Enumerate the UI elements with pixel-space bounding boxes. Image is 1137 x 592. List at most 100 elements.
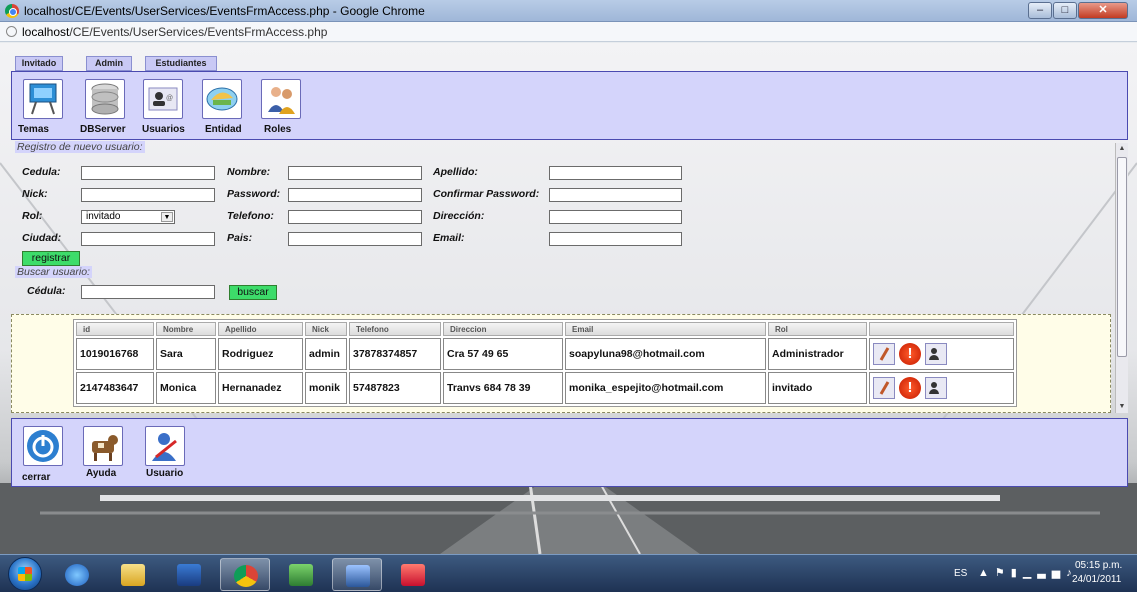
project-icon	[289, 564, 313, 586]
cell-rol: Administrador	[768, 338, 867, 370]
page-icon	[6, 26, 17, 37]
language-indicator[interactable]: ES	[954, 568, 967, 579]
taskbar-ie[interactable]	[52, 558, 102, 591]
registro-legend: Registro de nuevo usuario:	[15, 141, 145, 153]
ayuda-label: Ayuda	[86, 468, 117, 479]
entidad-label: Entidad	[205, 124, 242, 135]
delete-icon[interactable]: !	[899, 343, 921, 365]
scroll-down-icon[interactable]: ▼	[1116, 401, 1128, 413]
tab-admin[interactable]: Admin	[86, 56, 132, 71]
content-scroll-area[interactable]: Registro de nuevo usuario: Cedula: Nombr…	[11, 141, 1128, 413]
taskbar-acrobat[interactable]	[388, 558, 438, 591]
usuario-button[interactable]	[145, 426, 185, 466]
user-card-icon[interactable]	[925, 343, 947, 365]
confirmar-password-label: Confirmar Password:	[433, 188, 540, 200]
address-bar[interactable]: localhost/CE/Events/UserServices/EventsF…	[0, 22, 1137, 42]
close-button[interactable]: ✕	[1078, 2, 1128, 19]
power-icon	[27, 430, 59, 462]
ciudad-input[interactable]	[81, 232, 215, 246]
show-hidden-icon[interactable]: ▲	[978, 567, 995, 579]
cell-nick: admin	[305, 338, 347, 370]
telefono-input[interactable]	[288, 210, 422, 224]
vertical-scrollbar[interactable]: ▲ ▼	[1115, 143, 1128, 413]
edit-icon[interactable]	[873, 377, 895, 399]
users-table: id Nombre Apellido Nick Telefono Direcci…	[73, 319, 1017, 407]
cell-telefono: 57487823	[349, 372, 441, 404]
scrollbar-thumb[interactable]	[1117, 157, 1127, 357]
network-icon[interactable]: ▮	[1011, 567, 1023, 579]
maximize-button[interactable]: □	[1053, 2, 1077, 19]
chevron-down-icon[interactable]: ▼	[161, 212, 173, 222]
title-bar: localhost/CE/Events/UserServices/EventsF…	[0, 0, 1137, 22]
user-card-icon[interactable]	[925, 377, 947, 399]
cerrar-button[interactable]	[23, 426, 63, 466]
ciudad-label: Ciudad:	[22, 232, 62, 244]
scroll-up-icon[interactable]: ▲	[1116, 143, 1128, 155]
delete-icon[interactable]: !	[899, 377, 921, 399]
cedula-input[interactable]	[81, 166, 215, 180]
direccion-input[interactable]	[549, 210, 682, 224]
roles-label: Roles	[264, 124, 292, 135]
temas-label: Temas	[18, 124, 49, 135]
apellido-input[interactable]	[549, 166, 682, 180]
tab-invitado[interactable]: Invitado	[15, 56, 63, 71]
cedula-search-input[interactable]	[81, 285, 215, 299]
rol-select-value: invitado	[86, 211, 121, 222]
internet-explorer-icon	[65, 564, 89, 586]
cell-apellido: Hernanadez	[218, 372, 303, 404]
cell-actions: !	[869, 372, 1014, 404]
taskbar-word[interactable]	[332, 558, 382, 591]
buscar-button[interactable]: buscar	[229, 285, 277, 300]
pais-input[interactable]	[288, 232, 422, 246]
minimize-button[interactable]: –	[1028, 2, 1052, 19]
nombre-input[interactable]	[288, 166, 422, 180]
column-header-telefono: Telefono	[349, 322, 441, 336]
password-input[interactable]	[288, 188, 422, 202]
results-container: id Nombre Apellido Nick Telefono Direcci…	[11, 314, 1111, 413]
taskbar-chrome[interactable]	[220, 558, 270, 591]
url-text[interactable]: localhost/CE/Events/UserServices/EventsF…	[22, 25, 327, 39]
buscar-legend: Buscar usuario:	[15, 266, 92, 278]
taskbar-media[interactable]	[164, 558, 214, 591]
cedula-label: Cedula:	[22, 166, 61, 178]
email-input[interactable]	[549, 232, 682, 246]
clock-date[interactable]: 24/01/2011	[1072, 574, 1121, 585]
svg-text:@: @	[166, 95, 173, 102]
clock-time[interactable]: 05:15 p.m.	[1075, 560, 1122, 571]
roles-button[interactable]	[261, 79, 301, 119]
usuarios-button[interactable]: @	[143, 79, 183, 119]
chrome-icon	[234, 565, 258, 587]
rol-select[interactable]: invitado ▼	[81, 210, 175, 224]
page-viewport: Invitado Admin Estudiantes @ Temas DBSer…	[0, 43, 1137, 554]
signal-icon[interactable]: ▁▃▅	[1023, 567, 1066, 579]
user-settings-icon	[152, 433, 177, 461]
ayuda-button[interactable]	[83, 426, 123, 466]
usuarios-label: Usuarios	[142, 124, 185, 135]
cell-direccion: Tranvs 684 78 39	[443, 372, 563, 404]
start-button[interactable]	[8, 557, 42, 591]
registrar-button[interactable]: registrar	[22, 251, 80, 266]
password-label: Password:	[227, 188, 281, 200]
temas-button[interactable]	[23, 79, 63, 119]
flag-icon[interactable]: ⚑	[995, 567, 1011, 579]
nick-input[interactable]	[81, 188, 215, 202]
tab-estudiantes[interactable]: Estudiantes	[145, 56, 217, 71]
roles-people-icon	[268, 87, 295, 114]
cow-help-icon	[92, 435, 118, 461]
tray-icons[interactable]: ▲⚑▮▁▃▅♪	[978, 566, 1078, 579]
edit-icon[interactable]	[873, 343, 895, 365]
folder-icon	[121, 564, 145, 586]
dbserver-button[interactable]	[85, 79, 125, 119]
email-label: Email:	[433, 232, 465, 244]
cell-rol: invitado	[768, 372, 867, 404]
cell-nombre: Monica	[156, 372, 216, 404]
entidad-button[interactable]	[202, 79, 242, 119]
cell-nombre: Sara	[156, 338, 216, 370]
chrome-icon	[5, 4, 19, 18]
confirmar-password-input[interactable]	[549, 188, 682, 202]
nick-label: Nick:	[22, 188, 48, 200]
usuario-label: Usuario	[146, 468, 184, 479]
column-header-apellido: Apellido	[218, 322, 303, 336]
taskbar-explorer[interactable]	[108, 558, 158, 591]
taskbar-project[interactable]	[276, 558, 326, 591]
